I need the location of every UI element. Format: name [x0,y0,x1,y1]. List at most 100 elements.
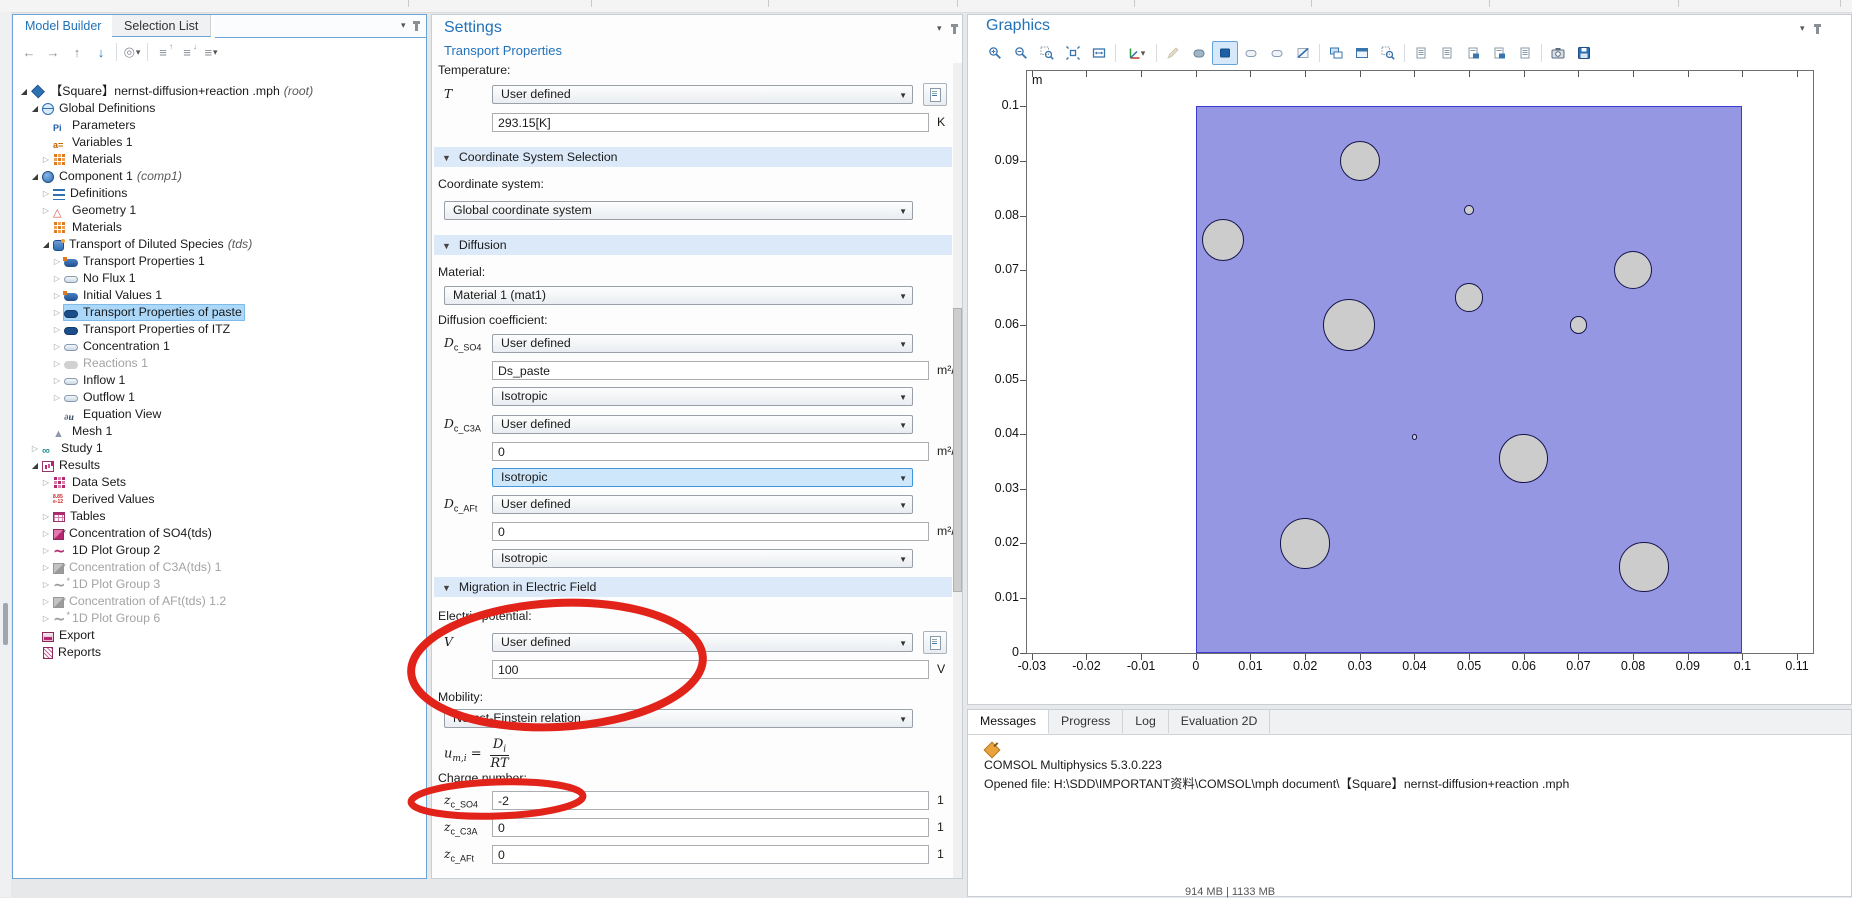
tree-collapsed-arrow-icon[interactable]: ▷ [40,151,52,168]
back-button[interactable]: ← [17,41,41,63]
tree-item-reactions-1[interactable]: ▷Reactions 1 [14,355,425,372]
geometry-circle-1[interactable] [1340,141,1380,181]
add-to-window-button[interactable] [1323,41,1349,65]
tree-item-no-flux-1[interactable]: ▷No Flux 1 [14,270,425,287]
messages-tab-messages[interactable]: Messages [968,710,1049,734]
go-to-default-view-button[interactable]: ▾ [1119,41,1153,65]
messages-tab-log[interactable]: Log [1123,710,1169,733]
tree-item-transport-properties-of-paste[interactable]: ▷Transport Properties of paste [14,304,425,321]
d-so4-value-input[interactable] [492,361,929,380]
tree-expanded-arrow-icon[interactable]: ◢ [29,457,41,474]
image-snapshot-button[interactable] [1545,41,1571,65]
geometry-circle-7[interactable] [1412,434,1417,439]
settings-scrollbar-thumb[interactable] [953,308,962,592]
model-tree-node-text-button[interactable]: ≡▾ [199,41,223,63]
section-diffusion[interactable]: ▼Diffusion [434,235,952,255]
tree-item-1d-plot-group-3[interactable]: ▷*1D Plot Group 3 [14,576,425,593]
tree-item-equation-view[interactable]: Equation View [14,406,425,423]
tree-item-geometry-1[interactable]: ▷Geometry 1 [14,202,425,219]
tree-item-square-nernst-diffusion-reaction-mph[interactable]: ◢【Square】nernst-diffusion+reaction .mph(… [14,83,425,100]
tree-item-tables[interactable]: ▷Tables [14,508,425,525]
tree-item-outflow-1[interactable]: ▷Outflow 1 [14,389,425,406]
tree-item-materials[interactable]: Materials [14,219,425,236]
tree-item-1d-plot-group-6[interactable]: ▷*1D Plot Group 6 [14,610,425,627]
tree-item-definitions[interactable]: ▷Definitions [14,185,425,202]
tree-item-mesh-1[interactable]: Mesh 1 [14,423,425,440]
tree-item-derived-values[interactable]: Derived Values [14,491,425,508]
electric-potential-value-input[interactable] [492,660,929,679]
gutter-scrollbar-thumb[interactable] [3,603,8,645]
tree-item-concentration-of-c3a-tds-1[interactable]: ▷*Concentration of C3A(tds) 1 [14,559,425,576]
d-aft-source-dropdown[interactable]: User defined▼ [492,495,913,514]
zoom-to-selection-button[interactable] [1086,41,1112,65]
geometry-circle-11[interactable] [1619,542,1668,591]
tree-collapsed-arrow-icon[interactable]: ▷ [51,389,63,406]
electric-potential-source-dropdown[interactable]: User defined▼ [492,633,913,652]
d-aft-isotropy-dropdown[interactable]: Isotropic▼ [492,549,913,568]
geometry-circle-5[interactable] [1323,299,1375,351]
tree-collapsed-arrow-icon[interactable]: ▷ [40,576,52,593]
coordinate-system-dropdown[interactable]: Global coordinate system▼ [444,201,913,220]
tree-item-concentration-of-so4-tds[interactable]: ▷*Concentration of SO4(tds) [14,525,425,542]
collapse-all-button[interactable]: ≡↑ [151,41,175,63]
tree-collapsed-arrow-icon[interactable]: ▷ [40,525,52,542]
messages-tab-evaluation-2d[interactable]: Evaluation 2D [1169,710,1271,733]
zoom-in-button[interactable] [982,41,1008,65]
move-up-button[interactable]: ↑ [65,41,89,63]
tree-collapsed-arrow-icon[interactable]: ▷ [51,270,63,287]
tree-item-1d-plot-group-2[interactable]: ▷1D Plot Group 2 [14,542,425,559]
z-aft-value-input[interactable] [492,845,929,864]
expand-all-button[interactable]: ≡↓ [175,41,199,63]
tree-expanded-arrow-icon[interactable]: ◢ [18,83,30,100]
tree-collapsed-arrow-icon[interactable]: ▷ [51,287,63,304]
geometry-circle-6[interactable] [1570,316,1587,333]
edit-annotations-button[interactable] [1160,41,1186,65]
tree-item-inflow-1[interactable]: ▷Inflow 1 [14,372,425,389]
tree-expanded-arrow-icon[interactable]: ◢ [29,100,41,117]
graphics-menu-caret-icon[interactable]: ▾ [1800,23,1805,34]
show-legends-button[interactable] [1460,41,1486,65]
tree-item-materials[interactable]: ▷Materials [14,151,425,168]
material-color-button[interactable] [1212,41,1238,65]
d-c3a-isotropy-dropdown[interactable]: Isotropic▼ [492,468,913,487]
tree-collapsed-arrow-icon[interactable]: ▷ [40,508,52,525]
geometry-circle-4[interactable] [1455,283,1483,311]
tree-collapsed-arrow-icon[interactable]: ▷ [40,202,52,219]
geometry-circle-9[interactable] [1280,518,1330,568]
z-c3a-value-input[interactable] [492,818,929,837]
tree-collapsed-arrow-icon[interactable]: ▷ [51,338,63,355]
tree-item-initial-values-1[interactable]: ▷Initial Values 1 [14,287,425,304]
tree-item-study-1[interactable]: ▷Study 1 [14,440,425,457]
messages-tab-progress[interactable]: Progress [1049,710,1123,733]
copy-image-button[interactable] [1486,41,1512,65]
tree-collapsed-arrow-icon[interactable]: ▷ [40,474,52,491]
tree-collapsed-arrow-icon[interactable]: ▷ [40,542,52,559]
temperature-make-default-button[interactable] [923,83,947,106]
show-faces-button[interactable] [1238,41,1264,65]
tree-collapsed-arrow-icon[interactable]: ▷ [40,559,52,576]
z-so4-value-input[interactable] [492,791,929,810]
next-plot-button[interactable] [1434,41,1460,65]
tree-collapsed-arrow-icon[interactable]: ▷ [51,304,63,321]
mobility-dropdown[interactable]: Nernst-Einstein relation▼ [444,709,913,728]
tree-item-transport-properties-of-itz[interactable]: ▷Transport Properties of ITZ [14,321,425,338]
electric-potential-make-default-button[interactable] [923,631,947,654]
tree-collapsed-arrow-icon[interactable]: ▷ [51,253,63,270]
tree-item-global-definitions[interactable]: ◢Global Definitions [14,100,425,117]
plot-area[interactable]: m -0.03-0.02-0.0100.010.020.030.040.050.… [1026,70,1814,654]
tree-collapsed-arrow-icon[interactable]: ▷ [40,593,52,610]
geometry-circle-2[interactable] [1464,205,1474,215]
temperature-source-dropdown[interactable]: User defined▼ [492,85,913,104]
d-c3a-source-dropdown[interactable]: User defined▼ [492,415,913,434]
tree-collapsed-arrow-icon[interactable]: ▷ [29,440,41,457]
settings-pin-icon[interactable] [953,25,956,34]
tree-item-transport-properties-1[interactable]: ▷Transport Properties 1 [14,253,425,270]
zoom-out-button[interactable] [1008,41,1034,65]
move-down-button[interactable]: ↓ [89,41,113,63]
tree-collapsed-arrow-icon[interactable]: ▷ [51,372,63,389]
tree-collapsed-arrow-icon[interactable]: ▷ [40,610,52,627]
tree-item-data-sets[interactable]: ▷Data Sets [14,474,425,491]
tree-item-variables-1[interactable]: Variables 1 [14,134,425,151]
temperature-value-input[interactable] [492,113,929,132]
material-dropdown[interactable]: Material 1 (mat1)▼ [444,286,913,305]
